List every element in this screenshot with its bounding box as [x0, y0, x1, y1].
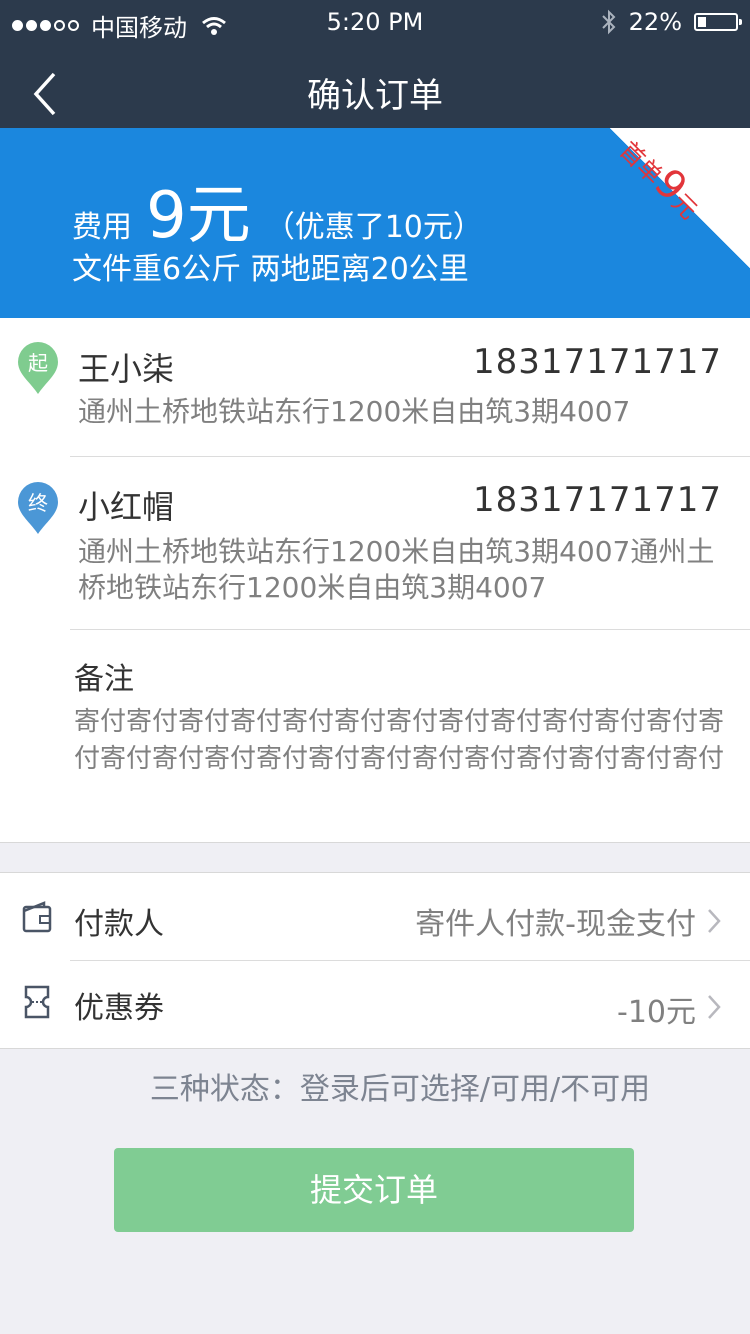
battery-icon: [694, 13, 742, 31]
payer-label: 付款人: [74, 907, 164, 942]
receiver-address: 通州土桥地铁站东行1200米自由筑3期4007通州土桥地铁站东行1200米自由筑…: [78, 535, 715, 604]
chevron-right-icon: [708, 909, 721, 933]
sender-address: 通州土桥地铁站东行1200米自由筑3期4007: [78, 395, 631, 428]
fee-banner: 费用 9元 （优惠了10元） 文件重6公斤 两地距离20公里 首单9元: [0, 128, 750, 318]
top-bar: 中国移动 5:20 PM 22% 确认订单: [0, 0, 750, 128]
status-bar: 中国移动 5:20 PM 22%: [0, 0, 750, 44]
fee-line: 费用 9元 （优惠了10元）: [72, 164, 483, 256]
payer-row[interactable]: 付款人 寄件人付款-现金支付: [0, 873, 750, 960]
fee-amount: 9元: [146, 179, 251, 253]
sender-name: 王小柒: [78, 350, 175, 388]
remark-title: 备注: [74, 662, 134, 697]
fee-label: 费用: [72, 210, 132, 245]
chevron-right-icon: [708, 995, 721, 1019]
payer-value: 寄件人付款-现金支付: [415, 907, 696, 942]
start-pin-label: 起: [28, 351, 48, 375]
submit-order-button[interactable]: 提交订单: [114, 1148, 634, 1232]
address-card: 起 王小柒 18317171717 通州土桥地铁站东行1200米自由筑3期400…: [0, 318, 750, 843]
coupon-value: -10元: [617, 995, 696, 1030]
battery-level: [698, 17, 706, 27]
battery-percent: 22%: [628, 8, 682, 36]
fee-info: 文件重6公斤 两地距离20公里: [72, 252, 469, 287]
remark-text: 寄付寄付寄付寄付寄付寄付寄付寄付寄付寄付寄付寄付寄付寄付寄付寄付寄付寄付寄付寄付…: [74, 707, 725, 774]
state-hint: 三种状态：登录后可选择/可用/不可用: [149, 1072, 651, 1107]
end-pin-label: 终: [28, 491, 48, 515]
wallet-icon: [22, 901, 52, 933]
payment-card: 付款人 寄件人付款-现金支付 优惠券 -10元: [0, 872, 750, 1049]
receiver-phone[interactable]: 18317171717: [473, 480, 722, 520]
coupon-icon: [24, 985, 50, 1019]
status-right: 22%: [601, 8, 742, 36]
end-pin-icon: 终: [18, 482, 58, 534]
fee-discount: （优惠了10元）: [264, 210, 483, 245]
coupon-label: 优惠券: [74, 991, 164, 1026]
page-title: 确认订单: [307, 76, 443, 116]
bluetooth-icon: [601, 9, 616, 35]
start-pin-icon: 起: [18, 342, 58, 394]
divider: [70, 456, 750, 457]
divider: [70, 629, 750, 630]
receiver-name: 小红帽: [78, 488, 175, 526]
coupon-row[interactable]: 优惠券 -10元: [0, 961, 750, 1048]
sender-phone[interactable]: 18317171717: [473, 342, 722, 382]
